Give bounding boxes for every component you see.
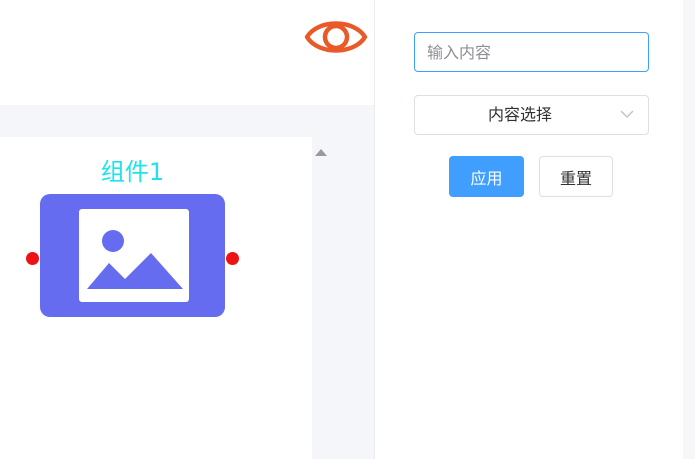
select-value: 内容选择	[487, 105, 552, 124]
canvas-scrollbar[interactable]	[312, 137, 329, 459]
node-input-port[interactable]	[26, 252, 39, 265]
window-edge-strip	[683, 0, 695, 459]
node-title: 组件1	[100, 158, 165, 186]
node-image-frame	[79, 209, 189, 302]
reset-button[interactable]: 重置	[539, 156, 613, 197]
apply-button[interactable]: 应用	[449, 156, 524, 197]
chevron-down-icon	[620, 110, 634, 119]
node-output-port[interactable]	[226, 252, 239, 265]
image-component-node[interactable]	[40, 194, 225, 317]
image-icon	[87, 230, 183, 289]
search-input[interactable]	[414, 32, 649, 72]
preview-button[interactable]	[304, 14, 368, 60]
right-panel: 内容选择 应用 重置	[374, 0, 683, 459]
app-root: 组件1 内容选择 应用 重置	[0, 0, 695, 459]
eye-icon	[304, 21, 368, 53]
content-select[interactable]: 内容选择	[414, 95, 649, 135]
toolbar	[0, 0, 374, 105]
scroll-up-arrow-icon[interactable]	[315, 149, 327, 156]
editor-pane: 组件1	[0, 0, 374, 459]
